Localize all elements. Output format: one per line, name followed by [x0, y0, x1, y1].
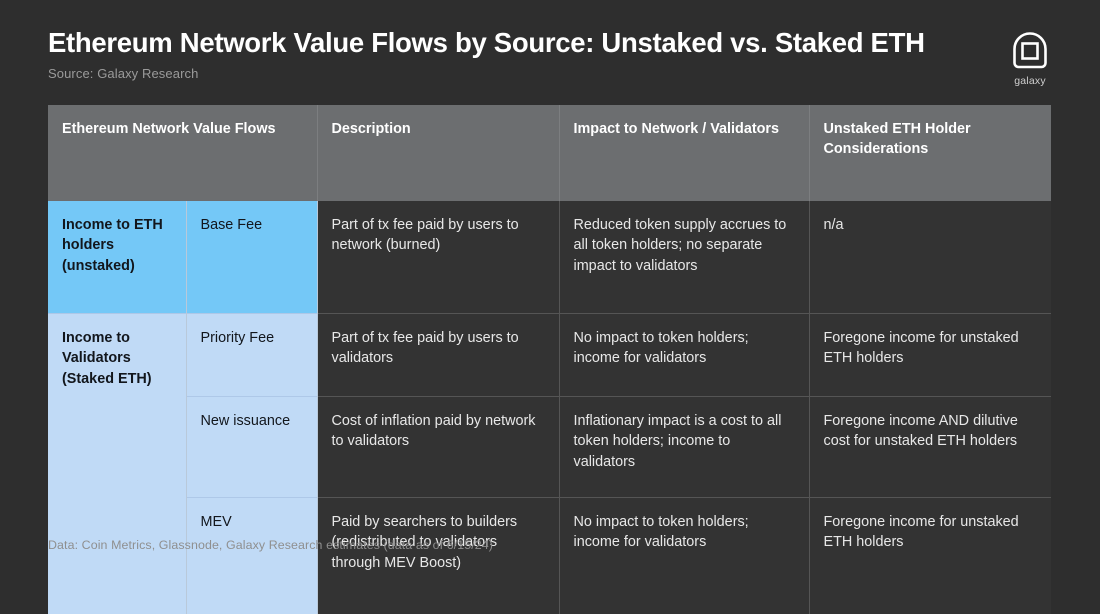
brand-logo: galaxy [1004, 32, 1056, 87]
column-header-value-flows: Ethereum Network Value Flows [48, 105, 317, 201]
row-category-unstaked: Income to ETH holders (unstaked) [48, 201, 186, 314]
row-consideration: n/a [809, 201, 1051, 314]
table-body: Income to ETH holders (unstaked) Base Fe… [48, 201, 1051, 614]
row-description: Part of tx fee paid by users to network … [317, 201, 559, 314]
row-impact: Reduced token supply accrues to all toke… [559, 201, 809, 314]
page-title: Ethereum Network Value Flows by Source: … [48, 28, 1052, 58]
row-description: Part of tx fee paid by users to validato… [317, 314, 559, 397]
logo-wordmark: galaxy [1004, 75, 1056, 87]
table-header-row: Ethereum Network Value Flows Description… [48, 105, 1051, 201]
row-consideration: Foregone income for unstaked ETH holders [809, 498, 1051, 614]
table-row: Income to ETH holders (unstaked) Base Fe… [48, 201, 1051, 314]
table-row: Income to Validators (Staked ETH) Priori… [48, 314, 1051, 397]
row-description: Paid by searchers to builders (redistrib… [317, 498, 559, 614]
row-subcategory-new-issuance: New issuance [186, 397, 317, 498]
row-impact: No impact to token holders; income for v… [559, 314, 809, 397]
galaxy-logo-mark-icon [1013, 32, 1047, 72]
table-row: MEV Paid by searchers to builders (redis… [48, 498, 1051, 614]
table-row: New issuance Cost of inflation paid by n… [48, 397, 1051, 498]
source-note: Data: Coin Metrics, Glassnode, Galaxy Re… [48, 538, 493, 552]
infographic-page: Ethereum Network Value Flows by Source: … [0, 0, 1100, 577]
row-description: Cost of inflation paid by network to val… [317, 397, 559, 498]
column-header-considerations: Unstaked ETH Holder Considerations [809, 105, 1051, 201]
row-consideration: Foregone income AND dilutive cost for un… [809, 397, 1051, 498]
page-subtitle: Source: Galaxy Research [48, 66, 1052, 81]
row-subcategory-base-fee: Base Fee [186, 201, 317, 314]
page-header: Ethereum Network Value Flows by Source: … [48, 28, 1052, 90]
row-subcategory-mev: MEV [186, 498, 317, 614]
row-category-staked: Income to Validators (Staked ETH) [48, 314, 186, 614]
row-impact: No impact to token holders; income for v… [559, 498, 809, 614]
row-subcategory-priority-fee: Priority Fee [186, 314, 317, 397]
row-consideration: Foregone income for unstaked ETH holders [809, 314, 1051, 397]
column-header-impact: Impact to Network / Validators [559, 105, 809, 201]
column-header-description: Description [317, 105, 559, 201]
row-impact: Inflationary impact is a cost to all tok… [559, 397, 809, 498]
table-header: Ethereum Network Value Flows Description… [48, 105, 1051, 201]
